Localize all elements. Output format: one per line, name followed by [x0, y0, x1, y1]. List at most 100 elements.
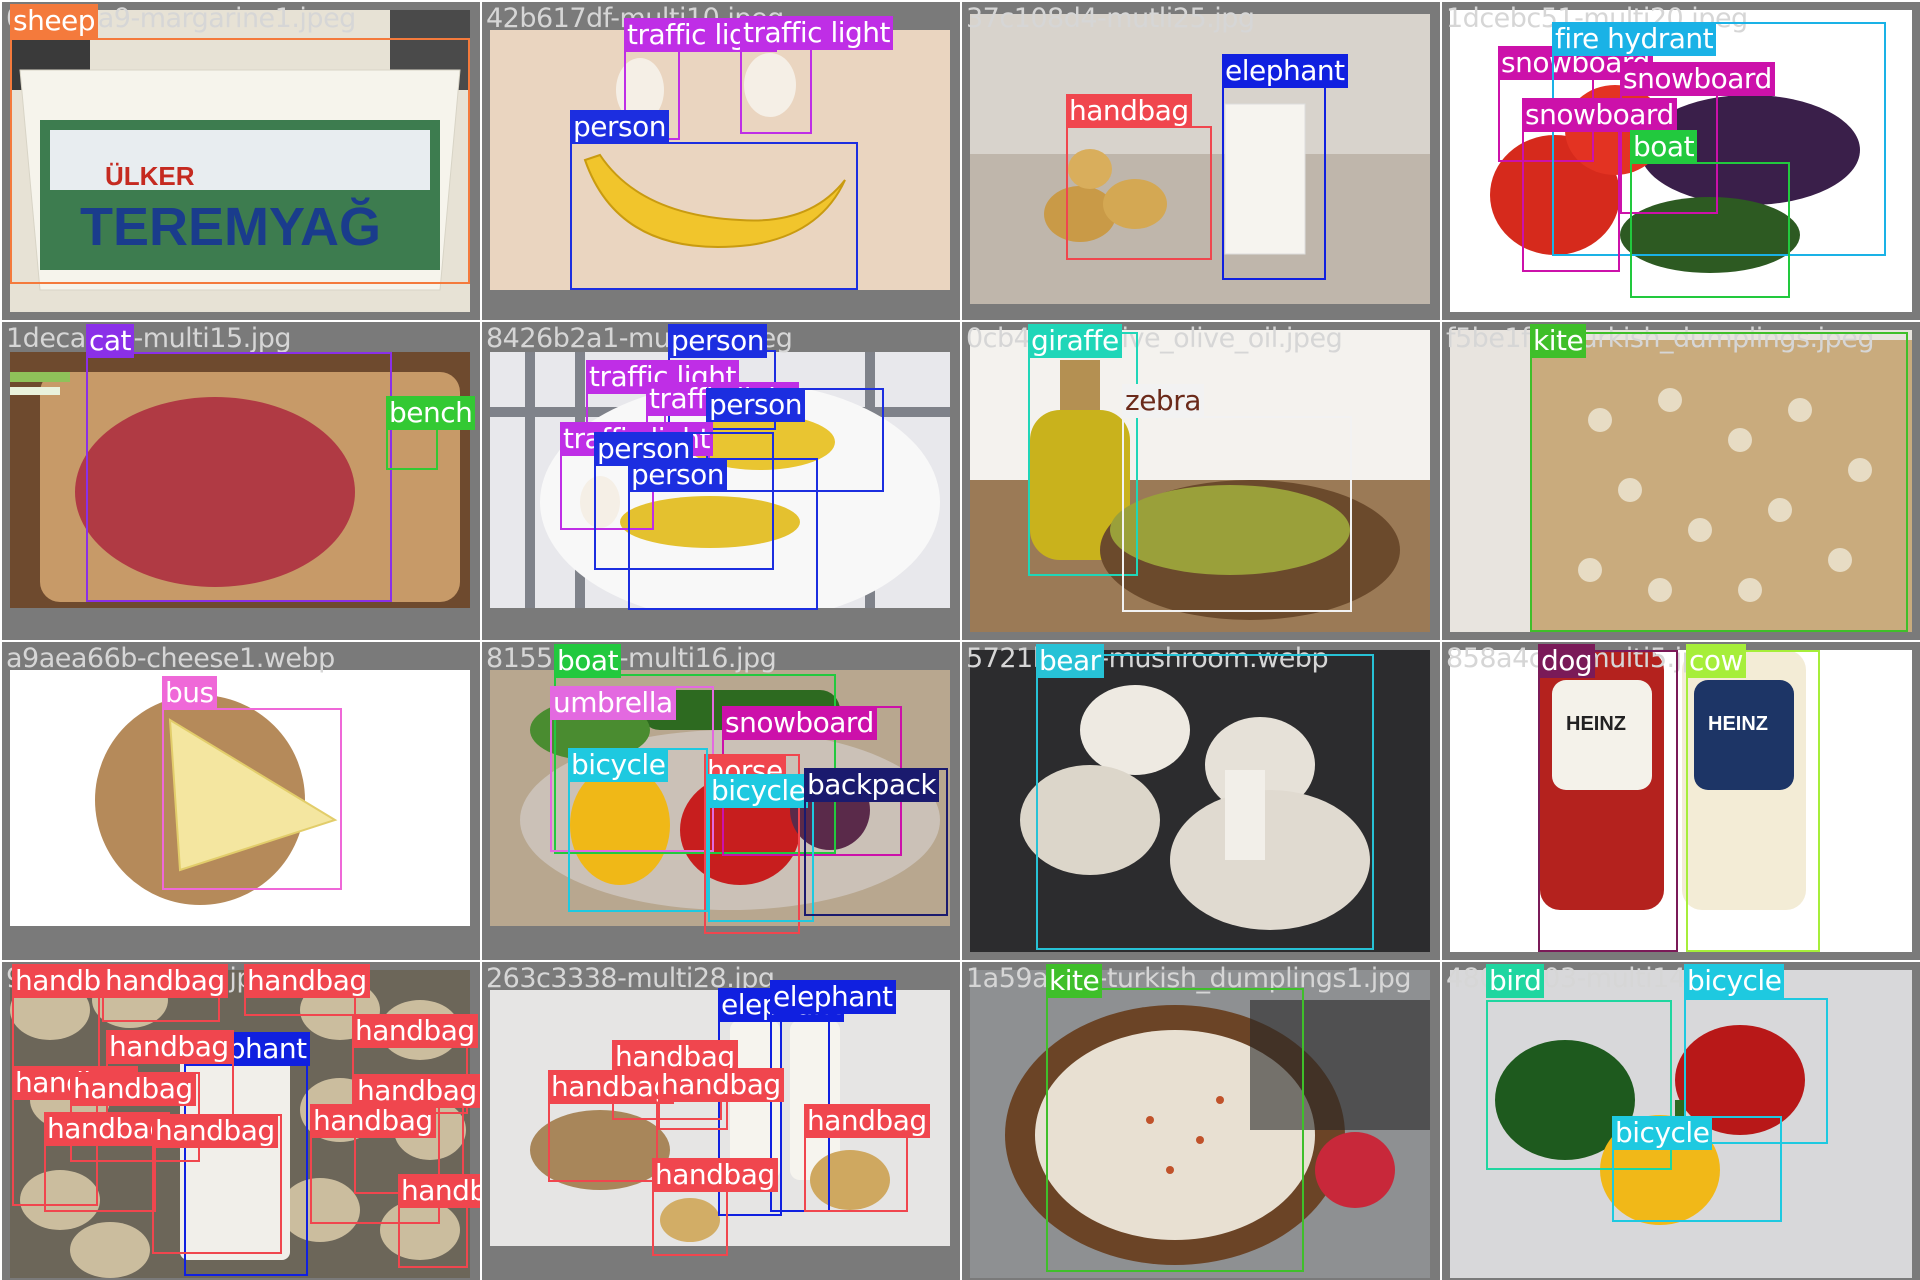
box-label: umbrella [550, 686, 676, 720]
image-tile[interactable]: HEINZ HEINZ 858a4cc2-multi5.jpg dog cow [1442, 642, 1920, 960]
filename-label: 1deca6c9-multi15.jpg [6, 323, 291, 354]
box-label: bus [162, 676, 217, 710]
box-label: boat [1630, 130, 1698, 164]
box-label: handbag [44, 1112, 170, 1146]
detection-box[interactable]: cow [1686, 644, 1820, 952]
box-label: giraffe [1028, 324, 1122, 358]
detection-box[interactable]: bicycle [1612, 1116, 1782, 1222]
box-label: handbag [106, 1030, 232, 1064]
detection-box[interactable]: handbag [102, 964, 228, 1022]
detection-box[interactable]: handbag [244, 964, 370, 1016]
image-tile[interactable]: 5721b0d1-mushroom.webp bear [962, 642, 1440, 960]
box-label: handbag [70, 1072, 196, 1106]
box-label: handbag [804, 1104, 930, 1138]
image-tile[interactable]: f5be1fc5-turkish_dumplings.jpeg kite [1442, 322, 1920, 640]
box-label: bear [1036, 644, 1104, 678]
box-label: backpack [804, 768, 940, 802]
detection-box[interactable]: dog [1538, 644, 1678, 952]
image-tile[interactable]: a9aea66b-cheese1.webp bus [2, 642, 480, 960]
filename-label: a9aea66b-cheese1.webp [6, 643, 335, 674]
detection-box[interactable]: sheep [10, 4, 470, 284]
photo: HEINZ HEINZ [1450, 650, 1912, 952]
box-label: person [668, 324, 767, 358]
box-label: traffic light [740, 16, 893, 50]
box-label: snowboard [1522, 98, 1677, 132]
detection-box[interactable]: handbag [44, 1112, 170, 1212]
box-label: kite [1530, 324, 1587, 358]
detection-box[interactable]: elephant [1222, 54, 1348, 280]
detection-box[interactable]: bicycle [568, 748, 708, 912]
detection-box[interactable]: handbag [658, 1068, 784, 1130]
box-label: handbag [548, 1070, 674, 1104]
box-label: handbag [1066, 94, 1192, 128]
image-tile[interactable]: 263c3338-multi28.jpg elephant elephant h… [482, 962, 960, 1280]
box-label: cow [1686, 644, 1746, 678]
detection-box[interactable]: handbag [652, 1158, 778, 1256]
box-label: handbag [310, 1104, 436, 1138]
box-label: handbag [352, 1014, 478, 1048]
detection-box[interactable]: backpack [804, 768, 948, 916]
box-label: bicycle [1684, 964, 1785, 998]
image-tile[interactable]: 1dcebc51-multi20.jpeg snowboard fire hyd… [1442, 2, 1920, 320]
box-label: cat [86, 324, 135, 358]
box-label: fire hydrant [1552, 22, 1717, 56]
box-label: elephant [1222, 54, 1348, 88]
image-tile[interactable]: 8155b3e1-multi16.jpg boat umbrella snowb… [482, 642, 960, 960]
detection-box[interactable]: person [628, 458, 818, 610]
detection-box[interactable]: boat [1630, 130, 1790, 298]
box-label: bench [386, 396, 476, 430]
box-label: sheep [10, 4, 99, 38]
image-tile[interactable]: 42b617df-multi10.jpeg traffic light traf… [482, 2, 960, 320]
detection-box[interactable]: person [570, 110, 858, 290]
box-label: handbag [244, 964, 370, 998]
box-label: person [570, 110, 669, 144]
detection-box[interactable]: bench [386, 396, 476, 470]
detection-box[interactable]: bear [1036, 644, 1374, 950]
box-label: snowboard [722, 706, 877, 740]
detection-box[interactable]: traffic light [740, 16, 893, 134]
detection-box[interactable]: bus [162, 676, 342, 890]
box-label: handbag [652, 1158, 778, 1192]
box-label: handbag [152, 1114, 278, 1148]
filename-label: 0cb4fb7e-olive_olive_oil.jpeg [966, 323, 1343, 354]
box-label: handbag [658, 1068, 784, 1102]
detection-box[interactable]: handbag [1066, 94, 1212, 260]
box-label: dog [1538, 644, 1596, 678]
ketchup-mayonnaise-picture: HEINZ HEINZ [1450, 650, 1912, 952]
box-label: bicycle [568, 748, 669, 782]
detection-box[interactable]: handbag [548, 1070, 674, 1182]
box-label: handbag [102, 964, 228, 998]
box-label: bird [1486, 964, 1545, 998]
box-label: bicycle [708, 774, 809, 808]
detection-box[interactable]: cat [86, 324, 392, 602]
detection-box[interactable]: handbag [398, 1174, 480, 1268]
filename-label: 37c108d4-mutli25.jpg [966, 3, 1255, 34]
image-tile[interactable]: 8426b2a1-multi19.jpeg person traffic lig… [482, 322, 960, 640]
image-tile[interactable]: 1deca6c9-multi15.jpg cat bench [2, 322, 480, 640]
image-tile[interactable]: 480e7c03-multi14.jpg bird bicycle bicycl… [1442, 962, 1920, 1280]
box-label: person [706, 388, 805, 422]
detection-grid: ÜLKER TEREMYAĞ 0fd9a7a9-margarine1.jpeg … [0, 0, 1920, 1280]
detection-box[interactable]: zebra [1122, 384, 1352, 612]
box-label: handbag [398, 1174, 480, 1208]
box-label: boat [554, 644, 622, 678]
image-tile[interactable]: 1a59a8e4-turkish_dumplings1.jpg kite [962, 962, 1440, 1280]
image-tile[interactable]: 0cb4fb7e-olive_olive_oil.jpeg giraffe ze… [962, 322, 1440, 640]
box-label: handbag [354, 1074, 480, 1108]
detection-box[interactable]: handbag [804, 1104, 930, 1212]
image-tile[interactable]: 9c1f8e24-multi7.jpg handbag handbag hand… [2, 962, 480, 1280]
box-label: bicycle [1612, 1116, 1713, 1150]
filename-label: 8155b3e1-multi16.jpg [486, 643, 777, 674]
image-tile[interactable]: 37c108d4-mutli25.jpg handbag elephant [962, 2, 1440, 320]
detection-box[interactable]: kite [1530, 324, 1908, 632]
box-label: elephant [770, 980, 896, 1014]
box-label: snowboard [1620, 62, 1775, 96]
detection-box[interactable]: bicycle [708, 774, 814, 922]
detection-box[interactable]: kite [1046, 964, 1304, 1272]
detection-box[interactable]: handbag [152, 1114, 282, 1254]
box-label: person [628, 458, 727, 492]
detection-box[interactable]: snowboard [1522, 98, 1677, 272]
box-label: kite [1046, 964, 1103, 998]
image-tile[interactable]: ÜLKER TEREMYAĞ 0fd9a7a9-margarine1.jpeg … [2, 2, 480, 320]
box-label: zebra [1122, 384, 1204, 418]
